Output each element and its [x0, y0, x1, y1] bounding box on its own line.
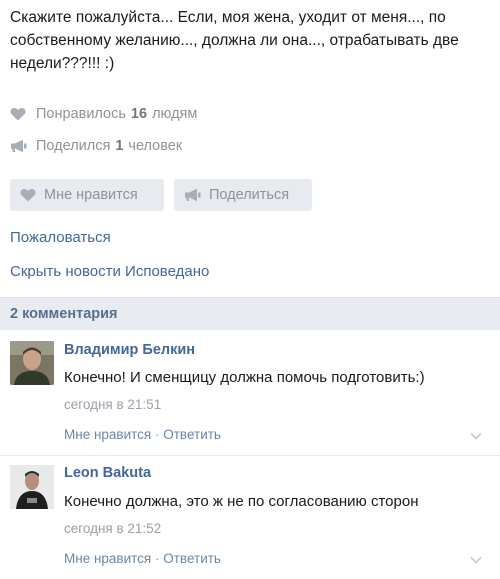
comments-header: 2 комментария	[0, 297, 500, 330]
avatar[interactable]	[10, 341, 54, 385]
comment-action-separator: ·	[151, 427, 164, 442]
comment-item: Leon Bakuta Конечно должна, это ж не по …	[0, 456, 500, 579]
like-button[interactable]: Мне нравится	[10, 179, 164, 211]
comment-time: сегодня в 21:51	[64, 397, 162, 412]
hide-news-link[interactable]: Скрыть новости Исповедано	[10, 263, 209, 280]
chevron-down-icon[interactable]	[470, 432, 482, 440]
share-button[interactable]: Поделиться	[174, 179, 312, 211]
comment-reply-link[interactable]: Ответить	[163, 551, 221, 566]
avatar[interactable]	[10, 465, 54, 509]
heart-icon	[10, 106, 28, 122]
comment-text: Конечно должна, это ж не по согласованию…	[64, 493, 419, 510]
report-link[interactable]: Пожаловаться	[10, 229, 111, 246]
likes-stat[interactable]: Понравилось 16 людям	[10, 106, 197, 122]
post-text: Скажите пожалуйста... Если, моя жена, ух…	[10, 9, 459, 72]
comment-like-link[interactable]: Мне нравится	[64, 551, 151, 566]
shares-suffix: человек	[128, 138, 183, 154]
chevron-down-icon[interactable]	[470, 556, 482, 564]
shares-count: 1	[115, 138, 124, 154]
comment-actions: Мне нравится · Ответить	[64, 427, 221, 442]
comment-text: Конечно! И сменщицу должна помочь подгот…	[64, 369, 425, 386]
like-button-label: Мне нравится	[44, 187, 138, 203]
shares-prefix: Поделился	[36, 138, 111, 154]
comment-action-separator: ·	[151, 551, 164, 566]
likes-prefix: Понравилось	[36, 106, 126, 122]
comment-author[interactable]: Владимир Белкин	[64, 342, 195, 358]
comment-like-link[interactable]: Мне нравится	[64, 427, 151, 442]
likes-count: 16	[130, 106, 148, 122]
comment-actions: Мне нравится · Ответить	[64, 551, 221, 566]
comment-time: сегодня в 21:52	[64, 521, 162, 536]
megaphone-icon	[184, 188, 201, 202]
heart-icon	[20, 188, 36, 202]
comment-reply-link[interactable]: Ответить	[163, 427, 221, 442]
likes-suffix: людям	[152, 106, 198, 122]
comment-item: Владимир Белкин Конечно! И сменщицу долж…	[0, 330, 500, 455]
megaphone-icon	[10, 138, 28, 154]
shares-stat[interactable]: Поделился 1 человек	[10, 138, 182, 154]
comment-author[interactable]: Leon Bakuta	[64, 465, 151, 481]
share-button-label: Поделиться	[209, 187, 290, 203]
